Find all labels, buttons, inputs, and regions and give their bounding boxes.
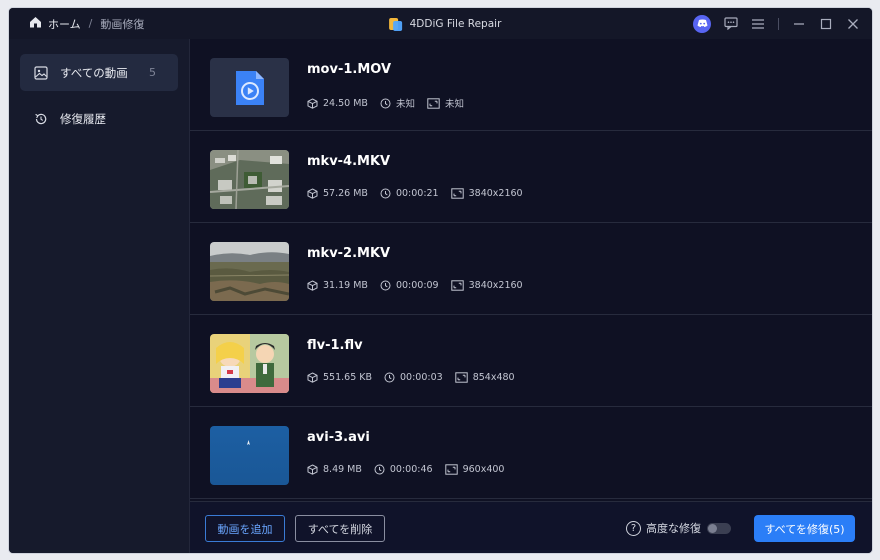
file-meta: 551.65 KB 00:00:03 854x480 <box>307 372 527 383</box>
file-name: mov-1.MOV <box>307 62 392 77</box>
video-file-icon <box>210 58 289 117</box>
breadcrumb-current: 動画修復 <box>100 17 145 31</box>
close-icon[interactable] <box>846 17 860 31</box>
delete-all-button[interactable]: すべてを削除 <box>295 515 385 542</box>
clock-icon <box>374 464 385 475</box>
window-controls <box>693 8 860 39</box>
file-resolution: 3840x2160 <box>468 188 523 199</box>
controls-divider <box>778 17 779 30</box>
size-icon <box>307 280 318 291</box>
breadcrumb: ホーム / 動画修復 <box>29 16 144 32</box>
home-icon <box>29 16 42 31</box>
file-size: 8.49 MB <box>323 464 362 475</box>
size-icon <box>307 372 318 383</box>
help-icon[interactable]: ? <box>626 520 641 536</box>
file-name: mkv-4.MKV <box>307 154 391 169</box>
list-item[interactable]: flv-1.flv 551.65 KB 00:00:03 854x480 <box>190 315 872 407</box>
resolution-icon <box>454 372 468 383</box>
sidebar: すべての動画 5 修復履歴 <box>9 39 190 553</box>
video-count: 5 <box>149 66 156 79</box>
resolution-icon <box>450 280 464 291</box>
file-duration: 00:00:46 <box>389 464 433 475</box>
size-icon <box>307 464 318 475</box>
sidebar-item-label: 修復履歴 <box>60 111 106 126</box>
file-duration: 00:00:09 <box>395 280 439 291</box>
app-title: 4DDiG File Repair <box>388 8 502 39</box>
video-thumbnail <box>210 426 289 485</box>
file-resolution: 854x480 <box>472 372 515 383</box>
file-duration: 00:00:21 <box>395 188 439 199</box>
file-meta: 24.50 MB 未知 未知 <box>307 96 476 110</box>
sidebar-item-history[interactable]: 修復履歴 <box>20 100 178 137</box>
resolution-icon <box>450 188 464 199</box>
file-duration: 00:00:03 <box>400 372 443 383</box>
breadcrumb-separator: / <box>88 17 93 30</box>
clock-icon <box>380 188 391 199</box>
file-size: 31.19 MB <box>323 280 368 291</box>
sidebar-item-label: すべての動画 <box>60 65 128 80</box>
app-logo-icon <box>388 17 403 31</box>
list-item[interactable]: mkv-4.MKV 57.26 MB 00:00:21 3840x2160 <box>190 131 872 223</box>
file-meta: 31.19 MB 00:00:09 3840x2160 <box>307 280 535 291</box>
resolution-icon <box>427 97 440 109</box>
app-name: 4DDiG File Repair <box>409 17 502 30</box>
file-meta: 57.26 MB 00:00:21 3840x2160 <box>307 188 535 199</box>
advanced-repair-toggle[interactable] <box>707 522 731 534</box>
discord-icon[interactable] <box>693 14 711 33</box>
video-thumbnail <box>210 150 289 209</box>
feedback-icon[interactable] <box>724 17 738 31</box>
minimize-icon[interactable] <box>792 17 806 31</box>
list-item[interactable]: avi-3.avi 8.49 MB 00:00:46 960x400 <box>190 407 872 499</box>
list-item[interactable]: mov-1.MOV 24.50 MB 未知 未知 <box>190 39 872 131</box>
video-thumbnail <box>210 242 289 301</box>
app-window: ホーム / 動画修復 4DDiG File Repair すべての動画 5 修復… <box>9 8 872 553</box>
video-thumbnail <box>210 334 289 393</box>
file-meta: 8.49 MB 00:00:46 960x400 <box>307 464 516 475</box>
size-icon <box>307 97 318 109</box>
maximize-icon[interactable] <box>819 17 833 31</box>
clock-icon <box>384 372 395 383</box>
file-list: mov-1.MOV 24.50 MB 未知 未知 mkv-4.MKV 57.26… <box>190 39 872 501</box>
image-icon <box>33 65 48 80</box>
menu-icon[interactable] <box>751 17 765 31</box>
repair-all-button[interactable]: すべてを修復(5) <box>754 515 855 542</box>
file-size: 57.26 MB <box>323 188 368 199</box>
file-name: avi-3.avi <box>307 430 370 445</box>
file-size: 24.50 MB <box>323 97 368 109</box>
sidebar-item-all-videos[interactable]: すべての動画 5 <box>20 54 178 91</box>
list-item[interactable]: mkv-2.MKV 31.19 MB 00:00:09 3840x2160 <box>190 223 872 315</box>
file-name: mkv-2.MKV <box>307 246 391 261</box>
file-resolution: 3840x2160 <box>468 280 523 291</box>
file-resolution: 未知 <box>444 99 464 110</box>
add-video-button[interactable]: 動画を追加 <box>205 515 285 542</box>
home-link[interactable]: ホーム <box>29 16 81 32</box>
action-bar: 動画を追加 すべてを削除 ? 高度な修復 すべてを修復(5) <box>190 501 872 553</box>
advanced-repair-label: 高度な修復 <box>646 522 701 535</box>
file-name: flv-1.flv <box>307 338 363 353</box>
title-bar: ホーム / 動画修復 4DDiG File Repair <box>9 8 872 39</box>
home-label: ホーム <box>48 17 81 31</box>
clock-icon <box>380 98 391 108</box>
clock-icon <box>380 280 391 291</box>
file-resolution: 960x400 <box>462 464 505 475</box>
file-duration: 未知 <box>395 99 415 110</box>
size-icon <box>307 188 318 199</box>
file-size: 551.65 KB <box>323 372 373 383</box>
resolution-icon <box>444 464 458 475</box>
advanced-repair: ? 高度な修復 <box>626 516 731 540</box>
history-icon <box>33 111 48 126</box>
